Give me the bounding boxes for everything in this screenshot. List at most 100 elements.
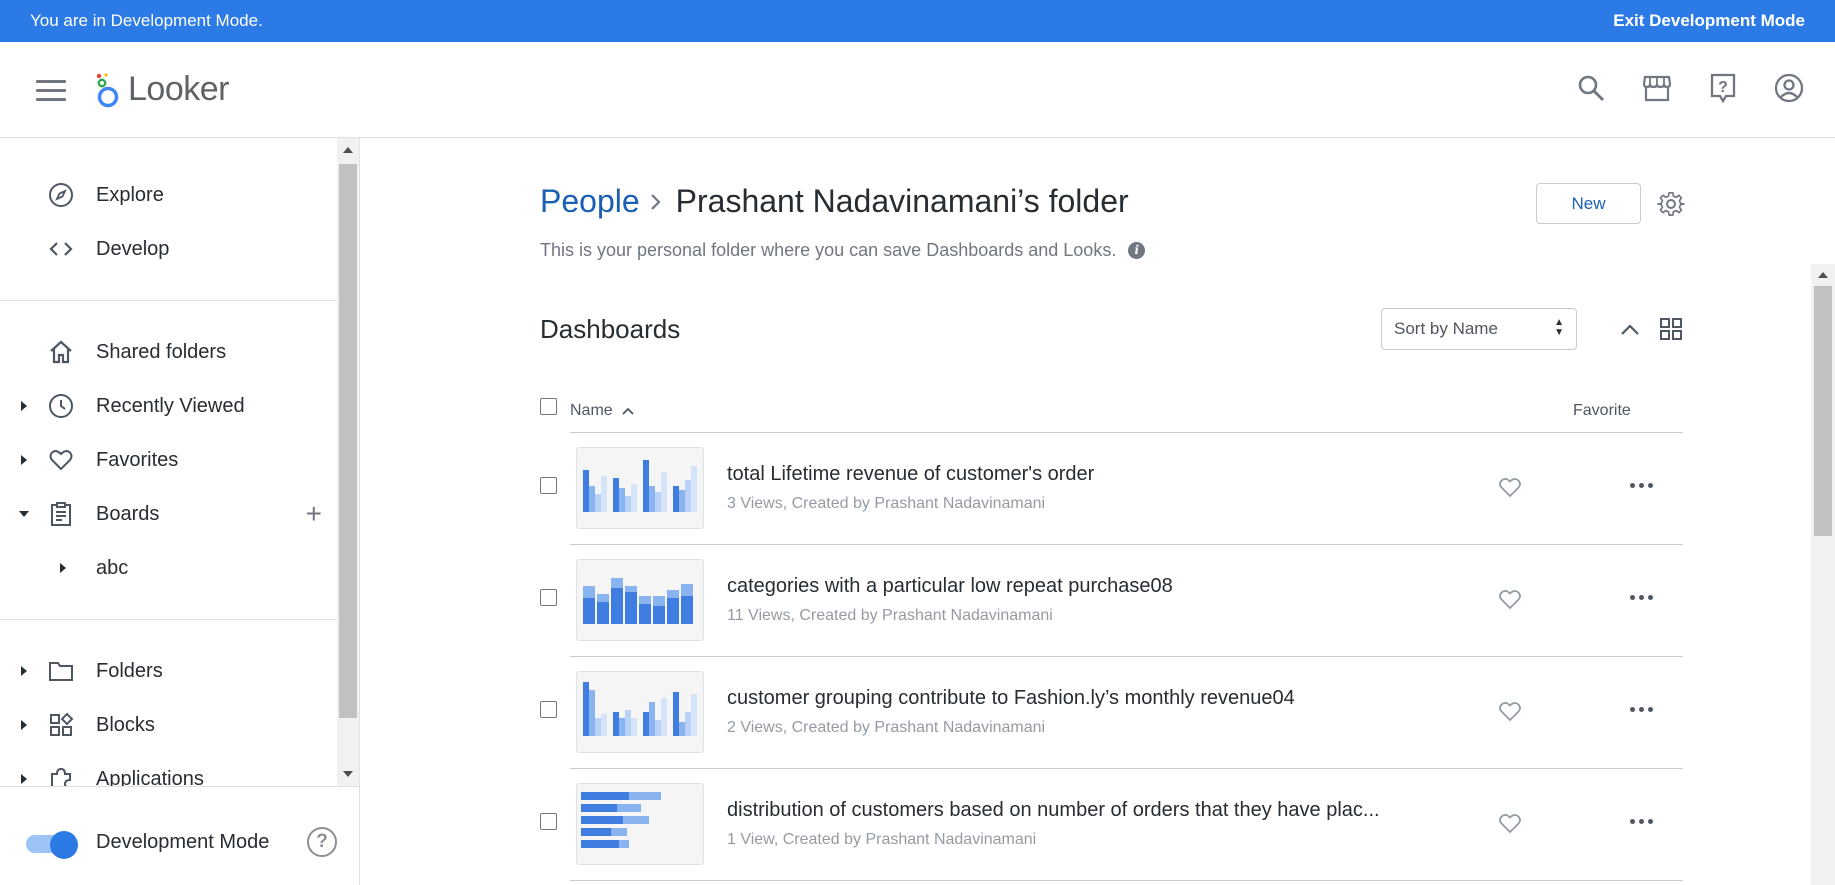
info-icon[interactable]: i — [1128, 242, 1146, 259]
page-title: Prashant Nadavinamani’s folder — [675, 183, 1129, 219]
more-options-icon[interactable] — [1630, 483, 1653, 488]
dev-mode-banner: You are in Development Mode. Exit Develo… — [0, 0, 1835, 42]
sidebar-item-label: abc — [96, 557, 129, 579]
dev-mode-label: Development Mode — [96, 831, 270, 853]
breadcrumb: People Prashant Nadavinamani’s folder — [540, 183, 1129, 220]
favorite-heart-icon[interactable] — [1498, 476, 1522, 498]
sidebar-item-label: Boards — [96, 503, 160, 525]
heart-icon — [49, 450, 73, 471]
account-icon[interactable] — [1773, 72, 1805, 104]
sidebar-item-favorites[interactable]: Favorites — [0, 437, 338, 483]
grouped-bars-thumbnail-icon — [583, 682, 697, 736]
caret-right-icon[interactable] — [20, 454, 28, 466]
row-checkbox[interactable] — [540, 589, 557, 606]
sidebar-footer: Development Mode ? — [0, 786, 360, 885]
scroll-up-arrow-icon[interactable] — [343, 147, 353, 153]
folder-description: This is your personal folder where you c… — [540, 240, 1146, 261]
scrollbar-thumb[interactable] — [339, 164, 357, 718]
caret-right-icon[interactable] — [20, 400, 28, 412]
search-icon[interactable] — [1575, 72, 1607, 104]
dashboard-meta: 3 Views, Created by Prashant Nadavinaman… — [727, 495, 1046, 512]
puzzle-icon — [51, 767, 71, 786]
breadcrumb-people-link[interactable]: People — [540, 183, 640, 220]
favorite-heart-icon[interactable] — [1498, 700, 1522, 722]
home-icon — [50, 340, 72, 364]
sidebar-divider — [0, 619, 338, 620]
dev-mode-toggle[interactable] — [26, 831, 82, 859]
grouped-bars-thumbnail-icon — [583, 460, 697, 512]
folder-icon — [49, 662, 73, 681]
more-options-icon[interactable] — [1630, 707, 1653, 712]
favorite-heart-icon[interactable] — [1498, 588, 1522, 610]
row-checkbox[interactable] — [540, 477, 557, 494]
sidebar-item-explore[interactable]: Explore — [0, 172, 338, 218]
sidebar-item-label: Recently Viewed — [96, 395, 245, 417]
new-button[interactable]: New — [1536, 183, 1641, 224]
dashboard-thumbnail[interactable] — [576, 783, 704, 865]
caret-right-icon[interactable] — [59, 562, 67, 574]
sidebar-item-applications[interactable]: Applications — [0, 756, 338, 786]
looker-logo[interactable]: Looker — [94, 70, 229, 109]
main-content: People Prashant Nadavinamani’s folder Th… — [360, 138, 1835, 885]
sidebar-scrollbar[interactable] — [337, 138, 359, 786]
scroll-down-arrow-icon[interactable] — [343, 771, 353, 777]
horizontal-bars-thumbnail-icon — [581, 792, 661, 848]
dev-mode-message: You are in Development Mode. — [30, 11, 263, 30]
sidebar-divider — [0, 300, 338, 301]
caret-right-icon[interactable] — [20, 665, 28, 677]
table-row[interactable]: categories with a particular low repeat … — [540, 545, 1683, 657]
caret-right-icon[interactable] — [20, 719, 28, 731]
sidebar-item-label: Applications — [96, 768, 204, 786]
collapse-section-icon[interactable] — [1618, 318, 1642, 342]
sidebar-item-blocks[interactable]: Blocks — [0, 702, 338, 748]
sidebar-item-recently-viewed[interactable]: Recently Viewed — [0, 383, 338, 429]
sidebar-item-label: Explore — [96, 184, 164, 206]
main-scrollbar[interactable] — [1811, 264, 1835, 885]
column-header-favorite: Favorite — [1573, 402, 1631, 419]
compass-icon — [49, 183, 73, 207]
select-all-checkbox[interactable] — [540, 398, 557, 415]
more-options-icon[interactable] — [1630, 819, 1653, 824]
bars-thumbnail-icon — [583, 578, 693, 624]
sidebar-item-label: Shared folders — [96, 341, 227, 363]
sidebar-item-boards[interactable]: Boards + — [0, 491, 338, 537]
sidebar-item-develop[interactable]: Develop — [0, 226, 338, 272]
chevron-right-icon — [650, 193, 661, 210]
gear-icon[interactable] — [1657, 190, 1685, 218]
menu-icon[interactable] — [36, 80, 66, 102]
table-row[interactable]: total Lifetime revenue of customer's ord… — [540, 433, 1683, 545]
row-divider — [570, 880, 1683, 881]
exit-dev-mode-link[interactable]: Exit Development Mode — [1613, 11, 1805, 31]
sidebar-item-folders[interactable]: Folders — [0, 648, 338, 694]
grid-view-icon[interactable] — [1658, 316, 1684, 342]
row-checkbox[interactable] — [540, 701, 557, 718]
help-icon[interactable]: ? — [1707, 72, 1739, 104]
row-checkbox[interactable] — [540, 813, 557, 830]
column-header-name[interactable]: Name — [570, 402, 635, 420]
dashboard-title[interactable]: total Lifetime revenue of customer's ord… — [727, 463, 1094, 486]
dashboard-title[interactable]: customer grouping contribute to Fashion.… — [727, 687, 1295, 710]
scroll-up-arrow-icon[interactable] — [1818, 272, 1828, 278]
sidebar-item-shared-folders[interactable]: Shared folders — [0, 329, 338, 375]
more-options-icon[interactable] — [1630, 595, 1653, 600]
sidebar-item-label: Blocks — [96, 714, 155, 736]
caret-right-icon[interactable] — [20, 773, 28, 785]
caret-down-icon[interactable] — [18, 510, 30, 518]
sidebar-item-label: Favorites — [96, 449, 179, 471]
dashboard-thumbnail[interactable] — [576, 447, 704, 529]
sidebar-item-board-abc[interactable]: abc — [0, 545, 338, 591]
table-row[interactable]: distribution of customers based on numbe… — [540, 769, 1683, 881]
add-board-button[interactable]: + — [306, 500, 322, 528]
dashboard-title[interactable]: distribution of customers based on numbe… — [727, 799, 1380, 822]
favorite-heart-icon[interactable] — [1498, 812, 1522, 834]
scrollbar-thumb[interactable] — [1814, 286, 1832, 536]
dashboard-thumbnail[interactable] — [576, 671, 704, 753]
dev-mode-help-icon[interactable]: ? — [307, 827, 337, 857]
sort-ascending-icon — [622, 407, 634, 415]
sort-select[interactable]: Sort by Name ▲ ▼ — [1381, 308, 1577, 350]
dashboard-thumbnail[interactable] — [576, 559, 704, 641]
dashboard-title[interactable]: categories with a particular low repeat … — [727, 575, 1173, 598]
dashboard-meta: 2 Views, Created by Prashant Nadavinaman… — [727, 719, 1046, 736]
table-row[interactable]: customer grouping contribute to Fashion.… — [540, 657, 1683, 769]
marketplace-icon[interactable] — [1641, 72, 1673, 104]
